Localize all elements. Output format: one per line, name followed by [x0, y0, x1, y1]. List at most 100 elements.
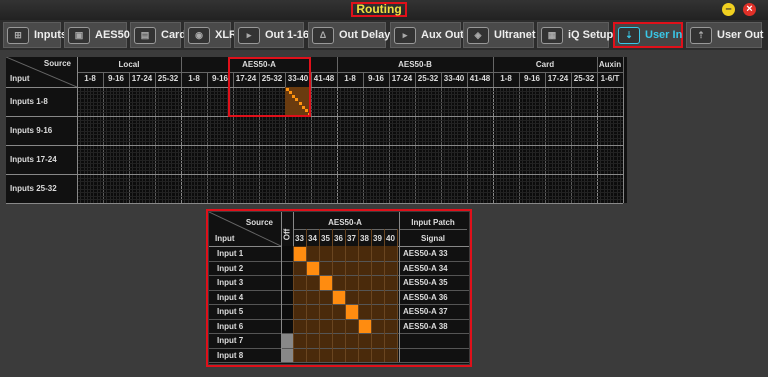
- header-vline: [363, 72, 364, 87]
- ultranet-icon: ◈: [467, 26, 489, 44]
- matrix-col-header: 1-8: [344, 74, 356, 83]
- tab-user-out[interactable]: ⇡ User Out: [686, 22, 764, 48]
- title-bar: Routing – ×: [0, 0, 768, 20]
- tab-inputs[interactable]: ⊞ Inputs: [3, 22, 67, 48]
- tab-label: Inputs: [34, 29, 67, 41]
- tab-out-delay[interactable]: Δ Out Delay: [308, 22, 390, 48]
- header-hline: [77, 72, 623, 73]
- user-out-icon: ⇡: [690, 26, 712, 44]
- grid-hline: [77, 126, 623, 128]
- tab-label: Card: [161, 29, 187, 41]
- tab-aes50[interactable]: ▣ AES50: [64, 22, 130, 48]
- delay-icon: Δ: [312, 26, 334, 44]
- matrix-col-header: 1-6/T: [600, 74, 620, 83]
- matrix-row-label: Inputs 17-24: [10, 155, 57, 164]
- grid-hline: [77, 166, 623, 168]
- tab-label: Ultranet: [494, 29, 536, 41]
- matrix-col-header: 1-8: [500, 74, 512, 83]
- header-vline: [311, 72, 312, 87]
- tab-label: Aux Out: [421, 29, 464, 41]
- tab-label: Out Delay: [339, 29, 391, 41]
- minimize-icon[interactable]: –: [722, 3, 735, 16]
- matrix-col-header: 25-32: [417, 74, 439, 83]
- tab-user-in[interactable]: ⇣ User In: [613, 22, 683, 48]
- matrix-group-header: AES50-B: [398, 60, 432, 69]
- matrix-col-header: 25-32: [573, 74, 595, 83]
- tab-out-1-16[interactable]: ▸ Out 1-16: [234, 22, 309, 48]
- out-icon: ▸: [238, 26, 260, 44]
- header-vline: [389, 72, 390, 87]
- header-vline: [441, 72, 442, 87]
- tab-ultranet[interactable]: ◈ Ultranet: [463, 22, 536, 48]
- header-vline: [467, 72, 468, 87]
- inputs-icon: ⊞: [7, 26, 29, 44]
- header-vline: [519, 72, 520, 87]
- row-sep: [6, 116, 77, 117]
- tab-label: iQ Setup: [568, 29, 614, 41]
- aux-out-icon: ▸: [394, 26, 416, 44]
- grid-hline: [77, 108, 623, 110]
- user-in-icon: ⇣: [618, 26, 640, 44]
- grid-hline: [77, 97, 623, 99]
- routing-matrix: Source Input Local AES50-A AES50-B Card Auxin 1…: [6, 57, 627, 204]
- grid-hline: [77, 112, 623, 114]
- grid-hline: [77, 101, 623, 103]
- matrix-col-header: 17-24: [391, 74, 413, 83]
- grid-hline: [77, 163, 623, 165]
- grid-hline: [77, 188, 623, 190]
- label-sep: [77, 57, 78, 203]
- matrix-col-header: 41-48: [469, 74, 491, 83]
- matrix-group-header: Auxin: [598, 60, 622, 69]
- matrix-row-label: Inputs 1-8: [10, 97, 48, 106]
- matrix-group-header: Card: [535, 60, 555, 69]
- grid-hline: [77, 141, 623, 143]
- row-sep: [6, 203, 77, 204]
- grid-hline: [77, 152, 623, 154]
- row-sep: [6, 145, 77, 146]
- grid-vline: [623, 87, 624, 203]
- header-vline: [155, 72, 156, 87]
- matrix-col-header: 41-48: [313, 74, 335, 83]
- row-sep: [6, 174, 77, 175]
- grid-hline: [77, 90, 623, 92]
- grid-hline: [77, 184, 623, 186]
- header-hline: [6, 87, 623, 88]
- window-title: Routing: [351, 2, 407, 17]
- matrix-col-header: 9-16: [523, 74, 540, 83]
- xlr-icon: ◉: [188, 26, 210, 44]
- aes50-icon: ▣: [68, 26, 90, 44]
- matrix-col-header: 25-32: [157, 74, 179, 83]
- matrix-col-header: 17-24: [547, 74, 569, 83]
- selection-highlight: [228, 57, 311, 117]
- matrix-col-header: 33-40: [443, 74, 465, 83]
- grid-hline: [77, 170, 623, 172]
- header-vline: [545, 72, 546, 87]
- tab-aux-out[interactable]: ▸ Aux Out: [390, 22, 464, 48]
- grid-hline: [77, 123, 623, 125]
- tab-iq-setup[interactable]: ▦ iQ Setup: [537, 22, 613, 48]
- tab-xlr[interactable]: ◉ XLR: [184, 22, 237, 48]
- matrix-col-header: 9-16: [107, 74, 124, 83]
- grid-hline: [77, 94, 623, 96]
- matrix-col-header: 1-8: [188, 74, 200, 83]
- grid-hline: [77, 174, 623, 175]
- header-vline: [415, 72, 416, 87]
- grid-hline: [77, 130, 623, 132]
- matrix-col-header: 1-8: [84, 74, 96, 83]
- grid-hline: [77, 148, 623, 150]
- grid-hline: [77, 155, 623, 157]
- grid-hline: [77, 116, 623, 117]
- grid-hline: [77, 159, 623, 161]
- header-vline: [623, 57, 624, 87]
- grid-hline: [77, 145, 623, 146]
- tab-bar: ⊞ Inputs ▣ AES50 ▤ Card ◉ XLR ▸ Out 1-16 Δ Out Dela…: [0, 20, 768, 50]
- grid-hline: [77, 181, 623, 183]
- tab-card[interactable]: ▤ Card: [130, 22, 186, 48]
- close-icon[interactable]: ×: [743, 3, 756, 16]
- iq-setup-icon: ▦: [541, 26, 563, 44]
- user-in-highlight: [206, 209, 472, 367]
- matrix-col-header: 17-24: [131, 74, 153, 83]
- matrix-col-header: 9-16: [367, 74, 384, 83]
- card-icon: ▤: [134, 26, 156, 44]
- tab-label: User Out: [717, 29, 764, 41]
